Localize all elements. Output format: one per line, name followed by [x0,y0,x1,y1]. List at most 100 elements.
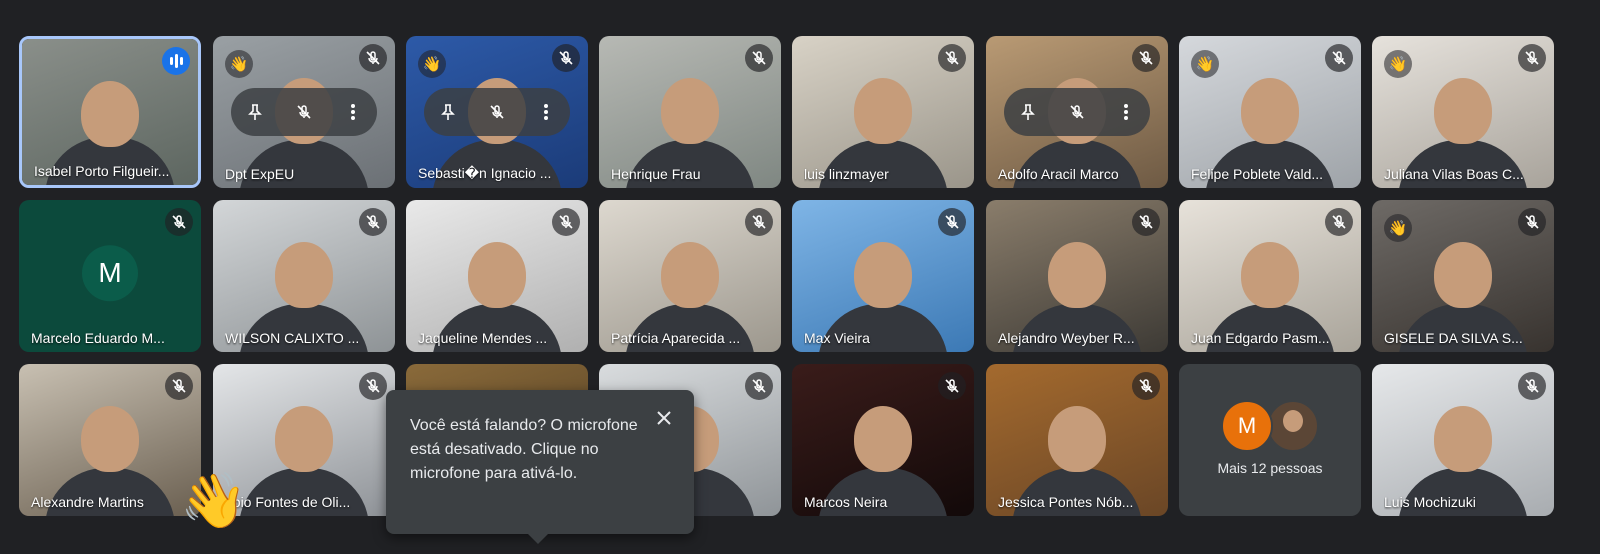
participant-name: Juliana Vilas Boas C... [1384,166,1524,182]
avatar: M [1221,400,1273,452]
participant-face [1434,78,1492,144]
more-vert-icon[interactable] [531,97,561,127]
avatar: M [82,245,138,302]
tile-hover-controls [1004,88,1150,136]
mic-off-icon [745,44,773,72]
mic-off-icon [359,208,387,236]
participant-name: Max Vieira [804,330,870,346]
muted-speaking-tooltip: Você está falando? O microfone está desa… [386,390,694,544]
participant-name: Marcelo Eduardo M... [31,330,165,346]
participant-tile[interactable]: Henrique Frau [599,36,781,188]
waving-hand-icon: 👋 [180,471,248,531]
raised-hand-icon: 👋 [1384,50,1412,78]
participant-face [81,406,139,472]
audio-level-icon [162,47,190,75]
more-vert-icon[interactable] [1111,97,1141,127]
participant-tile[interactable]: Adolfo Aracil Marco [986,36,1168,188]
participant-face [275,406,333,472]
participant-face [1434,406,1492,472]
raised-hand-icon: 👋 [1384,214,1412,242]
tile-hover-controls [424,88,570,136]
mic-off-icon [552,208,580,236]
participant-tile[interactable]: Luis Mochizuki [1372,364,1554,516]
more-participants-label: Mais 12 pessoas [1217,460,1323,476]
participant-face [275,242,333,308]
mic-off-icon [1325,44,1353,72]
mic-off-icon [165,372,193,400]
mic-off-icon [1132,44,1160,72]
participant-name: GISELE DA SILVA S... [1384,330,1523,346]
participant-name: Alejandro Weyber R... [998,330,1135,346]
participant-face [1048,406,1106,472]
participant-face [661,78,719,144]
participant-name: WILSON CALIXTO ... [225,330,360,346]
participant-tile[interactable]: WILSON CALIXTO ... [213,200,395,352]
participant-name: luis linzmayer [804,166,889,182]
participant-name: Jaqueline Mendes ... [418,330,548,346]
participant-face [661,242,719,308]
participant-tile[interactable]: Alejandro Weyber R... [986,200,1168,352]
pin-icon[interactable] [240,97,270,127]
participant-face [81,81,139,147]
participant-name: abio Fontes de Oli... [225,494,351,510]
participant-name: Marcos Neira [804,494,888,510]
raised-hand-icon: 👋 [225,50,253,78]
raised-hand-icon: 👋 [418,50,446,78]
participant-face [1241,242,1299,308]
participant-tile[interactable]: Jessica Pontes Nób... [986,364,1168,516]
mic-off-icon[interactable] [1062,97,1092,127]
mic-off-icon[interactable] [289,97,319,127]
more-participants-tile[interactable]: M Mais 12 pessoas [1179,364,1361,516]
participant-tile[interactable]: Juan Edgardo Pasm... [1179,200,1361,352]
participant-name: Felipe Poblete Vald... [1191,166,1324,182]
mic-off-icon[interactable] [482,97,512,127]
mic-off-icon [165,208,193,236]
mic-off-icon [359,44,387,72]
participant-tile[interactable]: Isabel Porto Filgueir... [19,36,201,188]
more-vert-icon[interactable] [338,97,368,127]
participant-tile[interactable]: Alexandre Martins [19,364,201,516]
participant-name: Sebasti�n Ignacio ... [418,165,552,181]
mic-off-icon [552,44,580,72]
participant-face [854,406,912,472]
participant-tile[interactable]: 👋 Sebasti�n Ignacio ... [406,36,588,188]
participant-face [468,242,526,308]
participant-name: Dpt ExpEU [225,166,295,182]
participant-tile[interactable]: M Marcelo Eduardo M... [19,200,201,352]
participant-name: Juan Edgardo Pasm... [1191,330,1330,346]
mic-off-icon [1132,208,1160,236]
avatar [1267,400,1319,452]
mic-off-icon [359,372,387,400]
participant-tile[interactable]: 👋 Juliana Vilas Boas C... [1372,36,1554,188]
participant-face [854,78,912,144]
participant-tile[interactable]: Jaqueline Mendes ... [406,200,588,352]
participant-tile[interactable]: 👋 Felipe Poblete Vald... [1179,36,1361,188]
participant-name: Patrícia Aparecida ... [611,330,741,346]
mic-off-icon [938,372,966,400]
participant-tile[interactable]: Max Vieira [792,200,974,352]
participant-tile[interactable]: Patrícia Aparecida ... [599,200,781,352]
mic-off-icon [1518,44,1546,72]
mic-off-icon [938,208,966,236]
participant-face [854,242,912,308]
participant-name: Isabel Porto Filgueir... [34,163,170,179]
participant-face [1434,242,1492,308]
mic-off-icon [938,44,966,72]
mic-off-icon [1518,372,1546,400]
participant-tile[interactable]: 👋 Dpt ExpEU [213,36,395,188]
participant-tile[interactable]: Marcos Neira [792,364,974,516]
pin-icon[interactable] [1013,97,1043,127]
tile-hover-controls [231,88,377,136]
pin-icon[interactable] [433,97,463,127]
participant-name: Luis Mochizuki [1384,494,1476,510]
participant-face [1241,78,1299,144]
mic-off-icon [1518,208,1546,236]
participant-name: Henrique Frau [611,166,701,182]
mic-off-icon [745,372,773,400]
participant-tile[interactable]: luis linzmayer [792,36,974,188]
mic-off-icon [745,208,773,236]
mic-off-icon [1132,372,1160,400]
participant-tile[interactable]: 👋 GISELE DA SILVA S... [1372,200,1554,352]
participant-name: Alexandre Martins [31,494,144,510]
close-icon[interactable] [652,406,676,430]
